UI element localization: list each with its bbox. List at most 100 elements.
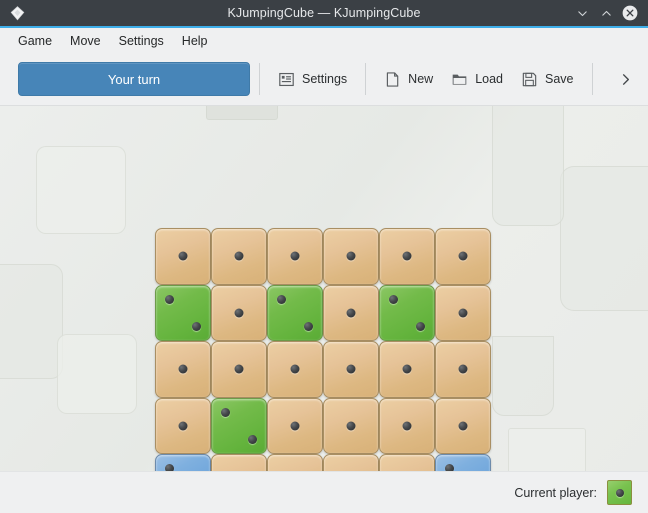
cube-pip — [389, 295, 398, 304]
window-title: KJumpingCube — KJumpingCube — [0, 6, 648, 20]
board-cell[interactable] — [435, 341, 491, 398]
board-cell[interactable] — [323, 228, 379, 285]
cube-pip — [403, 252, 412, 261]
background-decoration — [0, 264, 63, 379]
load-button[interactable]: Load — [442, 65, 512, 94]
cube-pip — [179, 365, 188, 374]
cube-pip — [179, 252, 188, 261]
title-bar: KJumpingCube — KJumpingCube — [0, 0, 648, 28]
board-cell[interactable] — [435, 285, 491, 342]
menu-item-help[interactable]: Help — [173, 31, 217, 51]
board-cell[interactable] — [211, 228, 267, 285]
cube-pip — [403, 421, 412, 430]
cube-pip — [221, 408, 230, 417]
board-cell[interactable] — [379, 454, 435, 471]
cube-pip — [165, 464, 174, 471]
board-cell[interactable] — [211, 398, 267, 455]
window-controls — [571, 2, 648, 24]
your-turn-label: Your turn — [108, 72, 160, 87]
current-player-indicator — [607, 480, 632, 505]
save-button[interactable]: Save — [512, 65, 583, 94]
board-cell[interactable] — [323, 285, 379, 342]
cube-pip — [347, 421, 356, 430]
board-cell[interactable] — [211, 341, 267, 398]
cube-pip — [277, 295, 286, 304]
main-toolbar: Your turn Settings — [0, 53, 648, 105]
minimize-button[interactable] — [571, 2, 593, 24]
current-player-label: Current player: — [514, 486, 597, 500]
toolbar-separator-2 — [365, 63, 366, 95]
board-cell[interactable] — [323, 398, 379, 455]
cube-pip — [291, 252, 300, 261]
board-cell[interactable] — [155, 228, 211, 285]
close-button[interactable] — [619, 2, 641, 24]
new-button[interactable]: New — [375, 65, 442, 94]
toolbar-overflow-button[interactable] — [612, 63, 638, 95]
app-icon — [3, 0, 31, 27]
cube-pip — [235, 365, 244, 374]
floppy-disk-icon — [521, 71, 538, 88]
save-button-label: Save — [545, 72, 574, 86]
board-cell[interactable] — [211, 454, 267, 471]
board-cell[interactable] — [267, 228, 323, 285]
cube-pip — [459, 308, 468, 317]
kjumpingcube-window: KJumpingCube — KJumpingCube Game Move Se… — [0, 0, 648, 513]
settings-button[interactable]: Settings — [269, 65, 356, 94]
board-cell[interactable] — [155, 454, 211, 471]
maximize-button[interactable] — [595, 2, 617, 24]
cube-pip — [347, 308, 356, 317]
board-cell[interactable] — [379, 398, 435, 455]
board-cell[interactable] — [323, 341, 379, 398]
your-turn-button[interactable]: Your turn — [18, 62, 250, 96]
background-decoration — [560, 166, 648, 311]
board-cell[interactable] — [155, 398, 211, 455]
load-button-label: Load — [475, 72, 503, 86]
configure-icon — [278, 71, 295, 88]
cube-pip — [403, 365, 412, 374]
cube-pip — [616, 489, 624, 497]
game-board[interactable] — [155, 228, 491, 471]
board-cell[interactable] — [155, 341, 211, 398]
chevron-right-icon — [618, 72, 633, 87]
game-area[interactable] — [0, 105, 648, 471]
board-cell[interactable] — [267, 285, 323, 342]
toolbar-separator-3 — [592, 63, 593, 95]
menu-item-move[interactable]: Move — [61, 31, 110, 51]
board-cell[interactable] — [379, 228, 435, 285]
board-cell[interactable] — [435, 454, 491, 471]
folder-open-icon — [451, 71, 468, 88]
board-cell[interactable] — [155, 285, 211, 342]
background-decoration — [492, 105, 564, 226]
cube-pip — [291, 421, 300, 430]
cube-pip — [235, 308, 244, 317]
board-cell[interactable] — [267, 341, 323, 398]
cube-pip — [179, 421, 188, 430]
cube-pip — [291, 365, 300, 374]
board-cell[interactable] — [379, 285, 435, 342]
board-cell[interactable] — [323, 454, 379, 471]
board-cell[interactable] — [435, 228, 491, 285]
cube-pip — [459, 252, 468, 261]
background-decoration — [57, 334, 137, 414]
board-cell[interactable] — [379, 341, 435, 398]
settings-button-label: Settings — [302, 72, 347, 86]
background-decoration — [206, 105, 278, 120]
cube-pip — [235, 252, 244, 261]
cube-pip — [459, 421, 468, 430]
cube-pip — [248, 435, 257, 444]
cube-pip — [304, 322, 313, 331]
cube-pip — [347, 252, 356, 261]
background-decoration — [492, 336, 554, 416]
menu-item-settings[interactable]: Settings — [110, 31, 173, 51]
board-cell[interactable] — [211, 285, 267, 342]
board-cell[interactable] — [267, 398, 323, 455]
board-cell[interactable] — [435, 398, 491, 455]
board-cell[interactable] — [267, 454, 323, 471]
cube-pip — [192, 322, 201, 331]
cube-pip — [347, 365, 356, 374]
cube-pip — [416, 322, 425, 331]
new-button-label: New — [408, 72, 433, 86]
document-new-icon — [384, 71, 401, 88]
background-decoration — [36, 146, 126, 234]
menu-item-game[interactable]: Game — [9, 31, 61, 51]
